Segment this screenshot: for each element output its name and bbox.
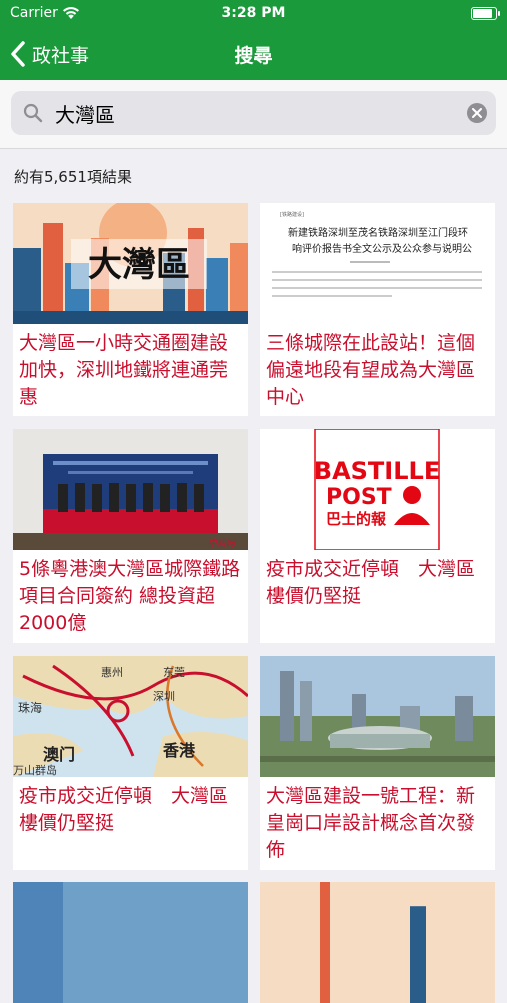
back-label: 政社事	[32, 44, 90, 67]
back-button[interactable]: 政社事	[10, 38, 89, 70]
news-thumbnail: [铁路建设] 新建铁路深圳至茂名铁路深圳至江门段环 响评价报告书全文公示及公众参…	[260, 203, 495, 324]
search-input[interactable]	[55, 91, 455, 135]
clear-search-button[interactable]	[467, 103, 487, 123]
map-label: 惠州	[101, 665, 123, 679]
news-headline: 大灣區一小時交通圈建設加快，深圳地鐵將連通莞惠	[19, 332, 229, 408]
news-thumbnail: BASTILLE POST 巴士的報	[260, 429, 495, 550]
news-headline: 疫市成交近停頓 大灣區樓價仍堅挺	[19, 785, 229, 834]
news-thumbnail	[13, 882, 248, 1003]
news-thumbnail	[260, 882, 495, 1003]
logo-line-3: 巴士的報	[326, 510, 387, 528]
news-thumbnail	[260, 656, 495, 777]
news-card[interactable]: 珠海 澳门 香港 深圳 东莞 惠州 万山群岛 疫市成交近停頓 大灣區樓價仍堅挺	[13, 656, 248, 870]
map-label: 万山群岛	[13, 763, 57, 777]
news-card[interactable]: 大灣區 大灣區一小時交通圈建設加快，深圳地鐵將連通莞惠	[13, 203, 248, 416]
search-box	[11, 91, 496, 135]
news-card[interactable]: 中新网 5條粵港澳大灣區城際鐵路項目合同簽約 總投資超2000億	[13, 429, 248, 643]
news-thumbnail: 中新网	[13, 429, 248, 550]
thumbnail-subheadline: 响评价报告书全文公示及公众参与说明公	[292, 242, 472, 255]
thumbnail-title: 大灣區	[88, 245, 190, 285]
news-thumbnail: 大灣區	[13, 203, 248, 324]
news-card[interactable]	[13, 882, 248, 1003]
map-label: 香港	[162, 741, 196, 760]
news-headline: 三條城際在此設站！這個偏遠地段有望成為大灣區中心	[266, 332, 476, 408]
news-card[interactable]: [铁路建设] 新建铁路深圳至茂名铁路深圳至江门段环 响评价报告书全文公示及公众参…	[260, 203, 495, 416]
news-card[interactable]: 大灣區建設一號工程：新皇崗口岸設計概念首次發佈	[260, 656, 495, 870]
thumbnail-headline: 新建铁路深圳至茂名铁路深圳至江门段环	[288, 226, 468, 239]
map-label: 珠海	[18, 700, 42, 715]
clock: 3:28 PM	[221, 5, 286, 21]
search-icon	[23, 103, 43, 123]
news-thumbnail: 珠海 澳门 香港 深圳 东莞 惠州 万山群岛	[13, 656, 248, 777]
chevron-left-icon	[11, 41, 25, 67]
map-label: 深圳	[153, 690, 175, 703]
results-count: 約有5,651項結果	[14, 168, 132, 186]
close-icon	[472, 108, 482, 118]
battery-fill	[473, 9, 492, 18]
map-label: 东莞	[163, 666, 185, 679]
map-label: 澳门	[43, 745, 75, 764]
thumbnail-breadcrumb: [铁路建设]	[280, 211, 304, 218]
news-card[interactable]: BASTILLE POST 巴士的報 疫市成交近停頓 大灣區樓價仍堅挺	[260, 429, 495, 643]
battery-icon	[471, 7, 500, 20]
logo-line-1: BASTILLE	[314, 457, 440, 485]
news-headline: 疫市成交近停頓 大灣區樓價仍堅挺	[266, 558, 476, 607]
search-bar	[0, 80, 507, 149]
logo-line-2: POST	[326, 485, 392, 510]
thumbnail-watermark: 中新网	[208, 538, 236, 549]
news-card[interactable]	[260, 882, 495, 1003]
navigation-bar: 政社事 搜尋	[0, 28, 507, 80]
news-headline: 5條粵港澳大灣區城際鐵路項目合同簽約 總投資超2000億	[19, 558, 241, 634]
status-bar: Carrier 3:28 PM	[0, 0, 507, 28]
news-headline: 大灣區建設一號工程：新皇崗口岸設計概念首次發佈	[266, 785, 476, 861]
